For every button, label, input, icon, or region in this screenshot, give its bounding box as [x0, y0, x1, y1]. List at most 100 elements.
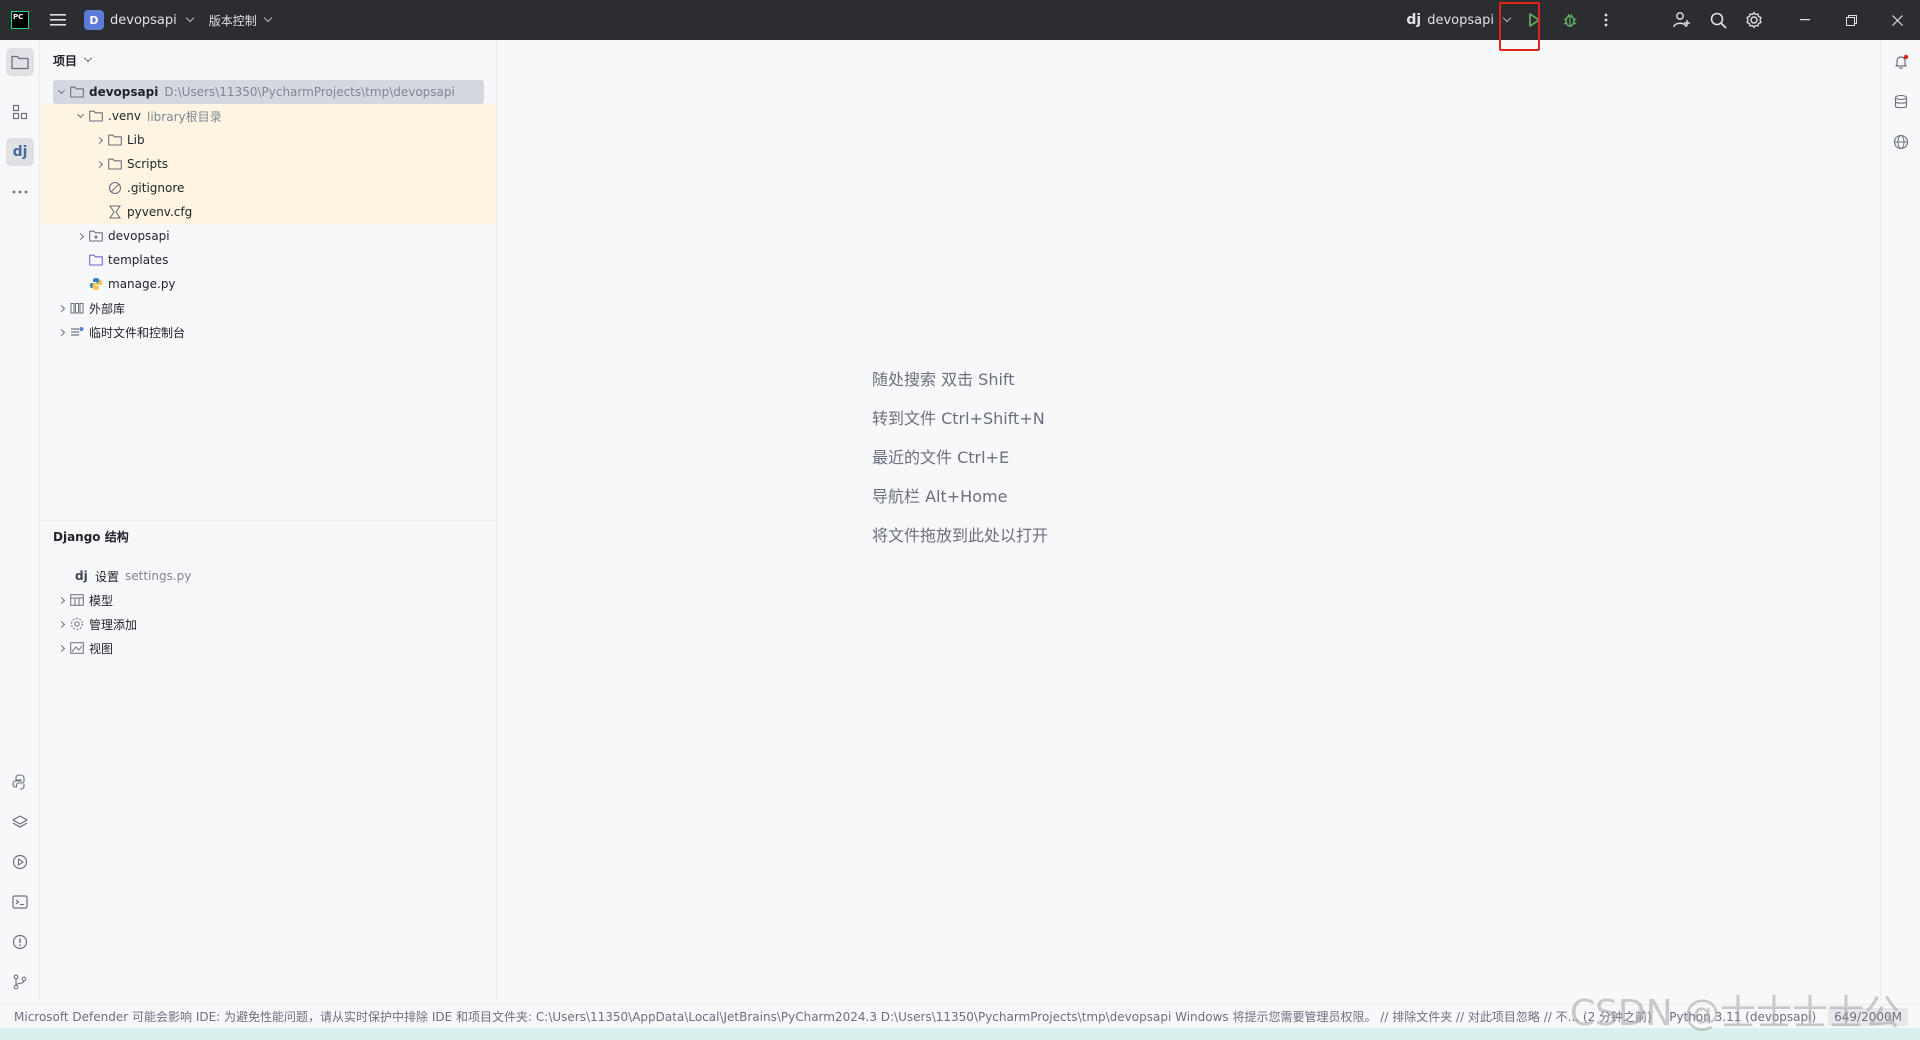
tree-item-venv[interactable]: .venv library根目录 — [40, 104, 496, 128]
left-tool-strip: dj — [0, 40, 40, 1000]
services-icon — [12, 854, 28, 870]
database-button[interactable] — [1887, 88, 1915, 116]
interpreter-widget[interactable]: Python 3.11 (devopsapi) — [1669, 1010, 1816, 1024]
status-message[interactable]: Microsoft Defender 可能会影响 IDE: 为避免性能问题，请从… — [14, 1008, 1652, 1025]
services-tool-button[interactable] — [6, 848, 34, 876]
tree-item-devopsapi-package[interactable]: devopsapi — [40, 224, 496, 248]
pycharm-logo-icon[interactable]: PC — [0, 0, 40, 40]
more-vertical-icon — [1604, 13, 1608, 27]
layers-tool-button[interactable] — [6, 808, 34, 836]
git-branch-icon — [13, 974, 27, 990]
django-item-admin[interactable]: 管理添加 — [40, 612, 497, 636]
chevron-right-icon[interactable] — [53, 620, 69, 628]
code-with-me-button[interactable] — [1664, 0, 1700, 40]
endpoints-button[interactable] — [1887, 128, 1915, 156]
tree-item-lib[interactable]: Lib — [40, 128, 496, 152]
chevron-down-icon[interactable] — [72, 110, 88, 119]
editor-area[interactable]: 随处搜索 双击 Shift 转到文件 Ctrl+Shift+N 最近的文件 Ct… — [497, 40, 1880, 1000]
django-icon: dj — [75, 569, 88, 583]
chevron-right-icon[interactable] — [53, 596, 69, 604]
python-file-icon — [88, 276, 104, 292]
globe-icon — [1893, 134, 1909, 150]
django-tool-button[interactable]: dj — [6, 138, 34, 166]
tree-item-external-libraries[interactable]: 外部库 — [40, 296, 496, 320]
django-item-label: 模型 — [89, 593, 114, 608]
tree-item-label: .gitignore — [127, 181, 185, 195]
chevron-down-icon — [185, 13, 195, 23]
title-bar: PC D devopsapi 版本控制 dj devopsapi — [0, 0, 1920, 40]
hint-goto-file: 转到文件 Ctrl+Shift+N — [872, 409, 1045, 428]
settings-button[interactable] — [1736, 0, 1772, 40]
notifications-button[interactable] — [1887, 48, 1915, 76]
problems-tool-button[interactable] — [6, 928, 34, 956]
project-switcher[interactable]: D devopsapi — [84, 10, 195, 30]
django-item-views[interactable]: 视图 — [40, 636, 497, 660]
restore-icon — [1845, 14, 1857, 26]
tree-item-pyvenv-cfg[interactable]: pyvenv.cfg — [40, 200, 496, 224]
tree-item-templates[interactable]: templates — [40, 248, 496, 272]
tree-item-gitignore[interactable]: .gitignore — [40, 176, 496, 200]
minimize-button[interactable] — [1782, 0, 1828, 40]
git-tool-button[interactable] — [6, 968, 34, 996]
terminal-icon — [12, 895, 28, 909]
more-tools-button[interactable] — [6, 178, 34, 206]
templates-folder-icon — [88, 252, 104, 268]
folder-icon — [107, 156, 123, 172]
tree-item-path: D:\Users\11350\PycharmProjects\tmp\devop… — [164, 85, 455, 99]
minimize-icon — [1800, 19, 1810, 21]
project-tool-button[interactable] — [6, 48, 34, 76]
chevron-right-icon[interactable] — [53, 328, 69, 336]
chevron-right-icon[interactable] — [53, 304, 69, 312]
chevron-right-icon[interactable] — [91, 160, 107, 168]
chevron-right-icon[interactable] — [53, 644, 69, 652]
folder-icon — [88, 108, 104, 124]
django-item-label: 设置 — [95, 569, 120, 584]
package-folder-icon — [88, 228, 104, 244]
tree-item-project-root[interactable]: devopsapi D:\Users\11350\PycharmProjects… — [53, 80, 484, 104]
close-window-button[interactable] — [1874, 0, 1920, 40]
tree-item-label: 外部库 — [89, 301, 126, 316]
django-item-models[interactable]: 模型 — [40, 588, 497, 612]
search-everywhere-button[interactable] — [1700, 0, 1736, 40]
tree-item-label: manage.py — [108, 277, 176, 291]
debug-button[interactable] — [1552, 0, 1588, 40]
tree-item-scratches[interactable]: 临时文件和控制台 — [40, 320, 496, 344]
run-button[interactable] — [1516, 0, 1552, 40]
tree-item-scripts[interactable]: Scripts — [40, 152, 496, 176]
vcs-widget[interactable]: 版本控制 — [209, 12, 273, 29]
chevron-right-icon[interactable] — [72, 232, 88, 240]
memory-indicator[interactable]: 649/2000M — [1828, 1008, 1908, 1026]
python-packages-button[interactable] — [6, 768, 34, 796]
table-icon — [69, 592, 85, 608]
config-file-icon — [107, 204, 123, 220]
chevron-down-icon[interactable] — [53, 86, 69, 95]
django-structure-tree: dj 设置 settings.py 模型 管理添加 视图 — [40, 564, 497, 660]
tree-item-label: templates — [108, 253, 169, 267]
tree-item-label: devopsapi — [108, 229, 170, 243]
taskbar-strip — [0, 1028, 1920, 1040]
django-item-settings[interactable]: dj 设置 settings.py — [40, 564, 497, 588]
project-view-selector[interactable]: 项目 — [40, 40, 496, 80]
terminal-tool-button[interactable] — [6, 888, 34, 916]
restore-button[interactable] — [1828, 0, 1874, 40]
django-item-label: 管理添加 — [89, 617, 138, 632]
structure-tool-button[interactable] — [6, 98, 34, 126]
project-panel-title: 项目 — [53, 53, 78, 68]
tree-item-manage-py[interactable]: manage.py — [40, 272, 496, 296]
django-icon: dj — [12, 144, 28, 160]
chevron-right-icon[interactable] — [91, 136, 107, 144]
project-tree: devopsapi D:\Users\11350\PycharmProjects… — [40, 80, 496, 344]
add-user-icon — [1673, 12, 1690, 28]
more-actions-button[interactable] — [1588, 0, 1624, 40]
search-icon — [1710, 12, 1727, 29]
hint-drop-files: 将文件拖放到此处以打开 — [872, 526, 1049, 545]
scratches-icon — [69, 324, 85, 340]
chevron-down-icon — [1502, 13, 1512, 23]
run-configuration-selector[interactable]: dj devopsapi — [1406, 12, 1512, 28]
project-badge: D — [84, 10, 104, 30]
hamburger-icon — [50, 14, 66, 26]
panel-divider[interactable] — [40, 520, 497, 521]
structure-icon — [12, 104, 28, 120]
project-name: devopsapi — [110, 12, 177, 28]
main-menu-button[interactable] — [40, 0, 76, 40]
